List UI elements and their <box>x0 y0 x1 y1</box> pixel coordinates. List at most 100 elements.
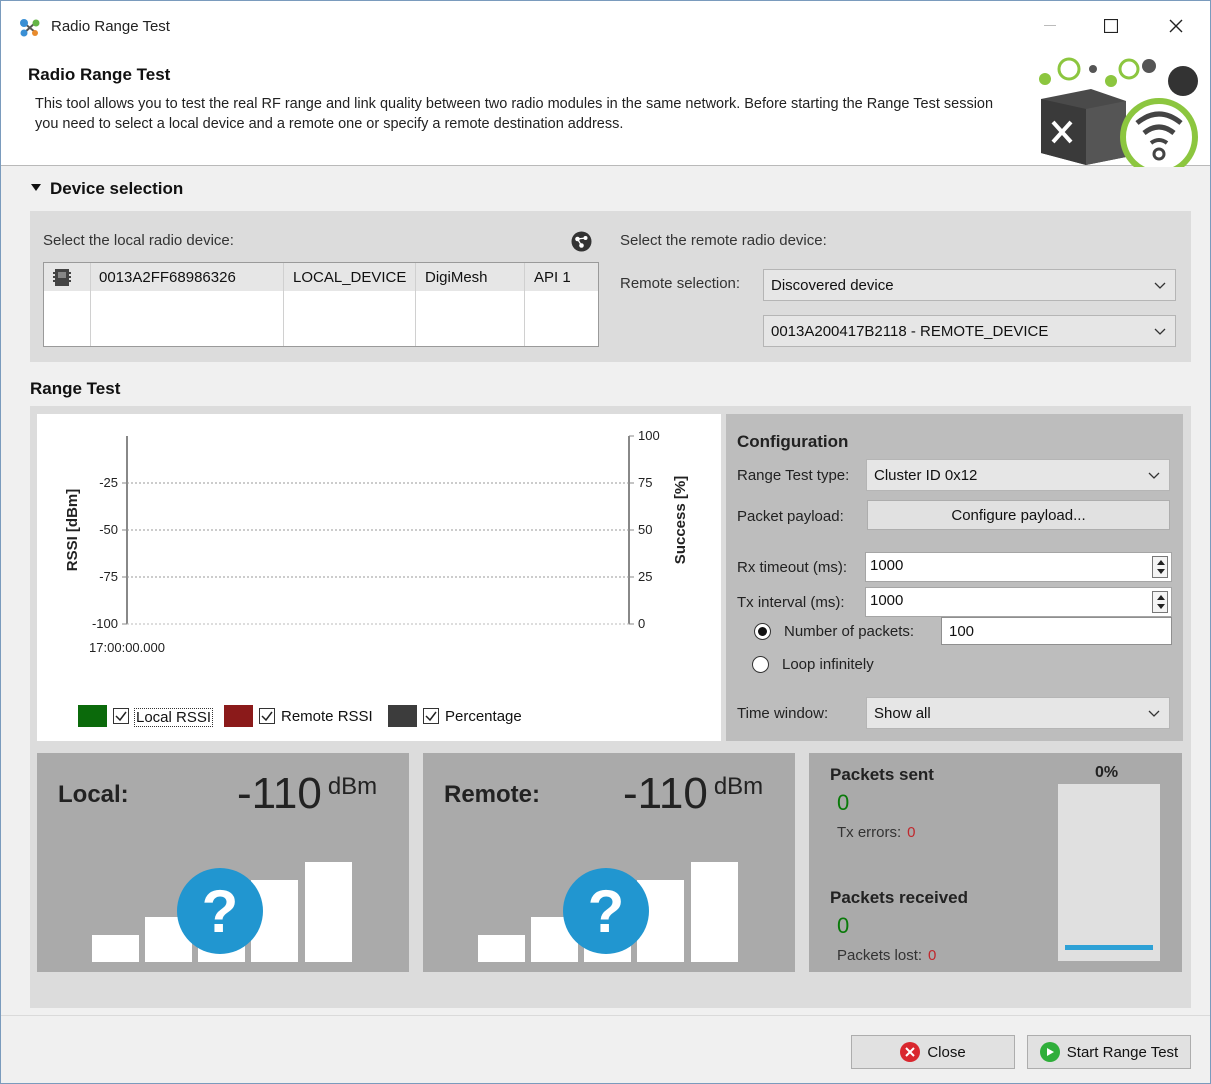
legend-percentage[interactable]: Percentage <box>445 708 522 725</box>
range-test-window: Radio Range Test Radio Range Test This t… <box>0 0 1211 1084</box>
configuration-title: Configuration <box>737 432 849 451</box>
page-description: This tool allows you to test the real RF… <box>35 96 994 132</box>
close-icon <box>1169 19 1183 33</box>
y-tick-label: -25 <box>99 475 118 490</box>
tx-interval-spinner[interactable]: 1000 <box>865 587 1172 617</box>
collapse-triangle-icon <box>31 184 41 191</box>
y2-axis-label: Success [%] <box>672 476 689 564</box>
rssi-chart: -25 -50 -75 -100 100 75 50 25 0 17:00:00.000 RSSI … <box>37 414 721 741</box>
legend-swatch-local <box>78 705 107 727</box>
y2-tick-label: 50 <box>638 522 652 537</box>
loop-infinitely-radio[interactable] <box>752 656 769 673</box>
range-test-type-combo[interactable]: Cluster ID 0x12 <box>866 459 1170 491</box>
legend-remote-rssi[interactable]: Remote RSSI <box>281 708 373 725</box>
checkmark-icon <box>261 711 273 722</box>
discover-devices-icon[interactable] <box>571 231 592 252</box>
checkmark-icon <box>425 711 437 722</box>
device-selection-toggle[interactable]: Device selection <box>31 179 183 199</box>
packets-sent-label: Packets sent <box>830 765 934 784</box>
remote-selection-combo[interactable]: Discovered device <box>763 269 1176 301</box>
spinner-arrows-icon[interactable] <box>1152 591 1168 613</box>
device-mode: API 1 <box>534 269 571 286</box>
number-of-packets-radio[interactable] <box>754 623 771 640</box>
configuration-panel: Configuration Range Test type: Cluster I… <box>726 414 1183 741</box>
chevron-down-icon <box>1154 328 1166 335</box>
time-window-combo[interactable]: Show all <box>866 697 1170 729</box>
packet-stats-panel: Packets sent 0 Tx errors: 0 Packets recei… <box>809 753 1182 972</box>
success-percent-label: 0% <box>1095 764 1119 781</box>
unknown-signal-question-icon: ? <box>177 868 263 954</box>
legend-swatch-percentage <box>388 705 417 727</box>
maximize-button[interactable] <box>1088 11 1134 41</box>
toolbox-wifi-logo-icon <box>1039 57 1198 167</box>
local-rssi-value: -110 dBm <box>237 769 378 818</box>
play-circle-icon <box>1039 1042 1060 1062</box>
spinner-arrows-icon[interactable] <box>1152 556 1168 578</box>
chevron-down-icon <box>1148 472 1160 479</box>
y2-tick-label: 100 <box>638 428 660 443</box>
network-nodes-icon <box>20 19 40 37</box>
minimize-icon <box>1044 25 1056 26</box>
rx-timeout-spinner[interactable]: 1000 <box>865 552 1172 582</box>
range-test-panel: -25 -50 -75 -100 100 75 50 25 0 17:00:00.000 RSSI … <box>30 406 1191 1008</box>
remote-device-combo[interactable]: 0013A200417B2118 - REMOTE_DEVICE <box>763 315 1176 347</box>
loop-infinitely-label: Loop infinitely <box>782 656 874 673</box>
y-tick-label: -75 <box>99 569 118 584</box>
title-bar: Radio Range Test <box>1 1 1210 51</box>
unknown-signal-question-icon: ? <box>563 868 649 954</box>
chevron-down-icon <box>1154 282 1166 289</box>
local-signal-panel: Local: -110 dBm ? <box>37 753 409 972</box>
device-selection-panel: Select the local radio device: Select th… <box>30 211 1191 362</box>
rx-timeout-label: Rx timeout (ms): <box>737 559 848 576</box>
minimize-button[interactable] <box>1027 11 1073 41</box>
close-button[interactable]: Close <box>851 1035 1015 1069</box>
packets-sent-value: 0 <box>837 790 850 815</box>
success-progress-bar <box>1058 784 1160 961</box>
packets-received-value: 0 <box>837 913 850 938</box>
device-address: 0013A2FF68986326 <box>99 269 236 286</box>
device-protocol: DigiMesh <box>425 269 488 286</box>
remote-signal-panel: Remote: -110 dBm ? <box>423 753 795 972</box>
radio-module-icon <box>53 269 71 286</box>
device-node-id: LOCAL_DEVICE <box>293 269 407 286</box>
y2-tick-label: 0 <box>638 616 645 631</box>
local-device-table: 0013A2FF68986326 LOCAL_DEVICE DigiMesh A… <box>43 262 599 347</box>
packets-received-label: Packets received <box>830 888 968 907</box>
packet-payload-label: Packet payload: <box>737 508 844 525</box>
window-title: Radio Range Test <box>51 18 170 35</box>
remote-device-label: Select the remote radio device: <box>620 232 827 249</box>
start-range-test-button[interactable]: Start Range Test <box>1027 1035 1191 1069</box>
checkmark-icon <box>115 711 127 722</box>
chevron-down-icon <box>1148 710 1160 717</box>
number-of-packets-input[interactable]: 100 <box>941 617 1172 645</box>
x-tick-label: 17:00:00.000 <box>89 640 165 655</box>
signal-bar-5 <box>691 862 738 962</box>
y2-tick-label: 25 <box>638 569 652 584</box>
remote-rssi-checkbox[interactable] <box>259 708 275 724</box>
number-of-packets-label: Number of packets: <box>784 623 915 640</box>
configure-payload-button[interactable]: Configure payload... <box>867 500 1170 530</box>
remote-label: Remote: <box>444 781 541 808</box>
footer-separator <box>1 1015 1210 1016</box>
legend-local-rssi[interactable]: Local RSSI <box>134 708 214 727</box>
y-axis-label: RSSI [dBm] <box>64 489 81 572</box>
tx-errors: Tx errors: 0 <box>837 824 916 841</box>
legend-swatch-remote <box>224 705 253 727</box>
remote-selection-label: Remote selection: <box>620 275 741 292</box>
signal-bar-1 <box>92 935 139 962</box>
packets-lost: Packets lost: 0 <box>837 947 937 964</box>
success-progress-fill <box>1065 945 1153 950</box>
rssi-chart-plot: -25 -50 -75 -100 100 75 50 25 0 17:00:00.000 RSSI … <box>64 428 689 655</box>
maximize-icon <box>1104 19 1118 33</box>
time-window-label: Time window: <box>737 705 829 722</box>
close-window-button[interactable] <box>1153 11 1199 41</box>
range-test-type-label: Range Test type: <box>737 467 850 484</box>
y-tick-label: -100 <box>92 616 118 631</box>
percentage-checkbox[interactable] <box>423 708 439 724</box>
signal-bar-1 <box>478 935 525 962</box>
header: Radio Range Test This tool allows you to… <box>1 51 1210 167</box>
signal-bar-5 <box>305 862 352 962</box>
remote-rssi-value: -110 dBm <box>623 769 764 818</box>
local-rssi-checkbox[interactable] <box>113 708 129 724</box>
y-tick-label: -50 <box>99 522 118 537</box>
